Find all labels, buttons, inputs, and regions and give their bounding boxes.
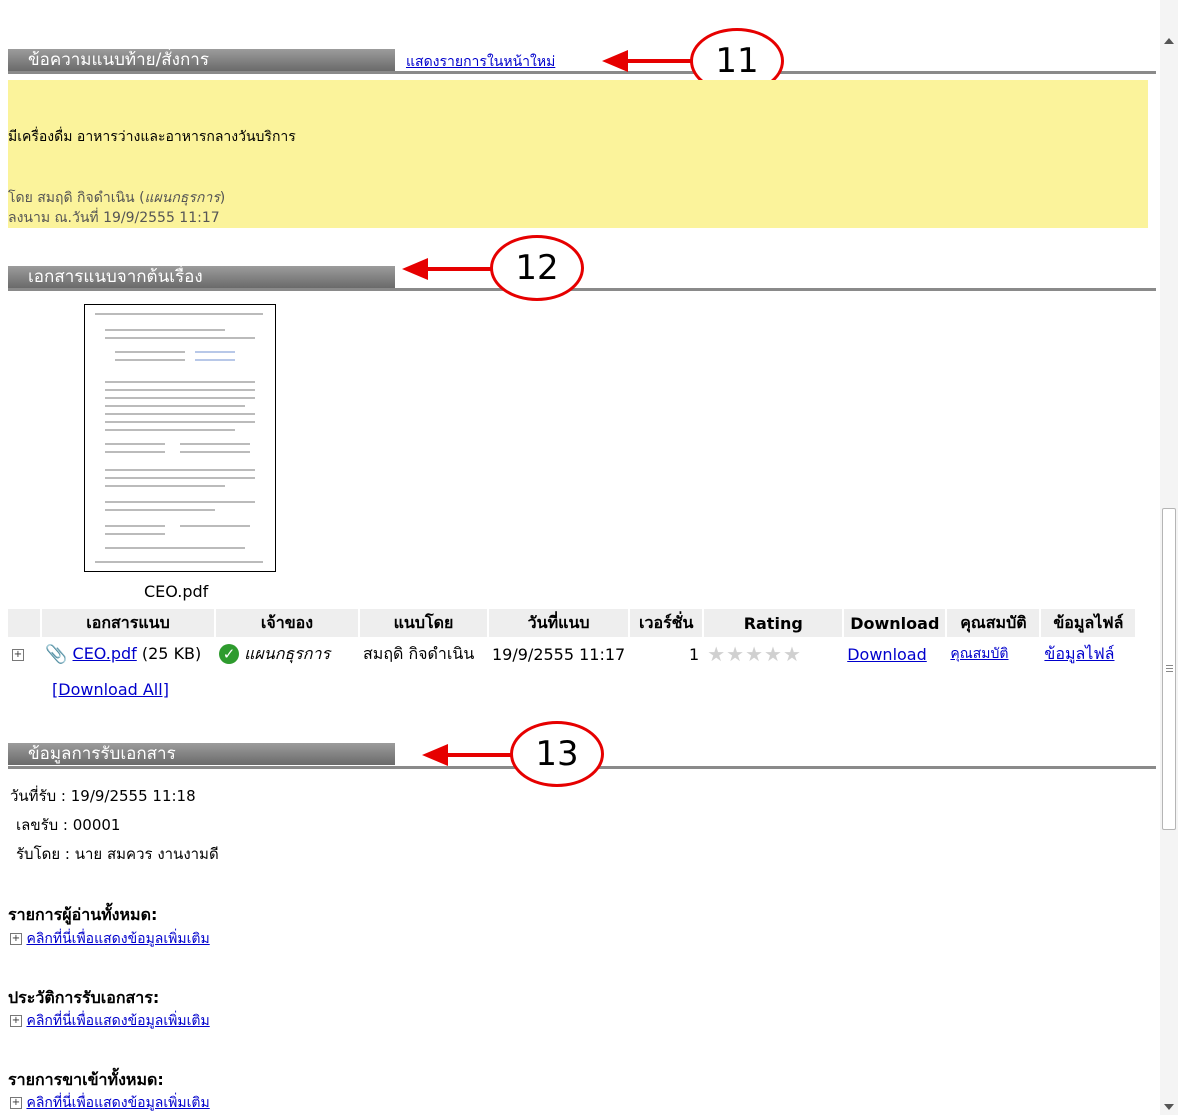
- expand-icon[interactable]: +: [10, 933, 22, 945]
- show-more-link[interactable]: คลิกที่นี่เพื่อแสดงข้อมูลเพิ่มเติม: [26, 931, 209, 947]
- receive-number: เลขรับ : 00001: [16, 816, 121, 834]
- show-more-link[interactable]: คลิกที่นี่เพื่อแสดงข้อมูลเพิ่มเติม: [26, 1013, 209, 1029]
- list-expander: + คลิกที่นี่เพื่อแสดงข้อมูลเพิ่มเติม: [10, 1092, 210, 1114]
- rating-stars[interactable]: ★★★★★: [707, 642, 802, 666]
- attachment-size: (25 KB): [141, 643, 202, 663]
- paperclip-icon: 📎: [45, 643, 68, 665]
- attachment-version: 1: [689, 644, 700, 664]
- list-title: รายการผู้อ่านทั้งหมด:: [8, 905, 158, 924]
- callout-arrow-head: [602, 50, 628, 72]
- note-author-dept: แผนกธุรการ: [144, 190, 220, 206]
- col-header: วันที่แนบ: [488, 609, 631, 637]
- attachment-file-link[interactable]: CEO.pdf: [73, 644, 137, 663]
- expand-icon[interactable]: +: [10, 1097, 22, 1109]
- fileinfo-link[interactable]: ข้อมูลไฟล์: [1044, 644, 1114, 663]
- list-title: ประวัติการรับเอกสาร:: [8, 988, 160, 1007]
- receive-date: วันที่รับ : 19/9/2555 11:18: [10, 787, 196, 805]
- scroll-up-icon[interactable]: [1164, 38, 1174, 44]
- scroll-down-icon[interactable]: [1164, 1104, 1174, 1110]
- list-expander: + คลิกที่นี่เพื่อแสดงข้อมูลเพิ่มเติม: [10, 1010, 210, 1032]
- callout-arrow: [445, 753, 515, 757]
- open-in-new-page-link[interactable]: แสดงรายการในหน้าใหม่: [406, 51, 555, 73]
- show-more-link[interactable]: คลิกที่นี่เพื่อแสดงข้อมูลเพิ่มเติม: [26, 1095, 209, 1111]
- col-header: เจ้าของ: [215, 609, 360, 637]
- vertical-scrollbar[interactable]: [1160, 0, 1178, 1115]
- section-divider: [8, 288, 1156, 291]
- callout-arrow-head: [422, 744, 448, 766]
- col-header: เอกสารแนบ: [41, 609, 216, 637]
- download-all-link[interactable]: [Download All]: [52, 680, 169, 699]
- callout-arrow: [425, 267, 495, 271]
- col-header: เวอร์ชั่น: [629, 609, 705, 637]
- callout-13: 13: [510, 721, 604, 787]
- col-header: Download: [843, 609, 948, 637]
- col-header: แนบโดย: [359, 609, 489, 637]
- section-header-receive: ข้อมูลการรับเอกสาร: [8, 743, 395, 765]
- col-header: Rating: [703, 609, 845, 637]
- expand-icon[interactable]: +: [12, 649, 24, 661]
- col-header: คุณสมบัติ: [946, 609, 1042, 637]
- note-author-close: ): [219, 190, 226, 206]
- section-divider: [8, 71, 1156, 74]
- attachment-date: 19/9/2555 11:17: [492, 644, 626, 664]
- callout-arrow: [625, 59, 695, 63]
- expand-icon[interactable]: +: [10, 1015, 22, 1027]
- receive-by: รับโดย : นาย สมควร งานงามดี: [16, 845, 219, 863]
- section-header-note: ข้อความแนบท้าย/สั่งการ: [8, 49, 395, 71]
- callout-arrow-head: [402, 258, 428, 280]
- pdf-thumbnail[interactable]: [84, 304, 276, 572]
- table-row: + 📎 CEO.pdf (25 KB) ✓ แผนกธุรการ สมฤดิ ก…: [8, 637, 1136, 671]
- callout-12: 12: [490, 235, 584, 301]
- check-icon: ✓: [219, 644, 239, 664]
- note-signed: ลงนาม ณ.วันที่ 19/9/2555 11:17: [8, 210, 220, 226]
- note-author: โดย สมฤดิ กิจดำเนิน (แผนกธุรการ): [8, 187, 225, 209]
- download-link[interactable]: Download: [847, 645, 927, 664]
- thumbnail-caption: CEO.pdf: [144, 582, 209, 601]
- section-header-attachments: เอกสารแนบจากต้นเรื่อง: [8, 266, 395, 288]
- attachment-by: สมฤดิ กิจดำเนิน: [363, 643, 475, 663]
- attachment-owner: แผนกธุรการ: [244, 643, 331, 663]
- col-spacer: [8, 609, 42, 637]
- list-expander: + คลิกที่นี่เพื่อแสดงข้อมูลเพิ่มเติม: [10, 928, 210, 950]
- properties-link[interactable]: คุณสมบัติ: [950, 646, 1008, 662]
- scrollbar-thumb[interactable]: [1162, 508, 1176, 830]
- col-header: ข้อมูลไฟล์: [1040, 609, 1138, 637]
- list-title: รายการขาเข้าทั้งหมด:: [8, 1070, 164, 1089]
- note-message: มีเครื่องดื่ม อาหารว่างและอาหารกลางวันบร…: [8, 129, 296, 145]
- attachments-table: เอกสารแนบ เจ้าของ แนบโดย วันที่แนบ เวอร์…: [8, 609, 1138, 671]
- note-author-label: โดย สมฤดิ กิจดำเนิน (: [8, 190, 145, 206]
